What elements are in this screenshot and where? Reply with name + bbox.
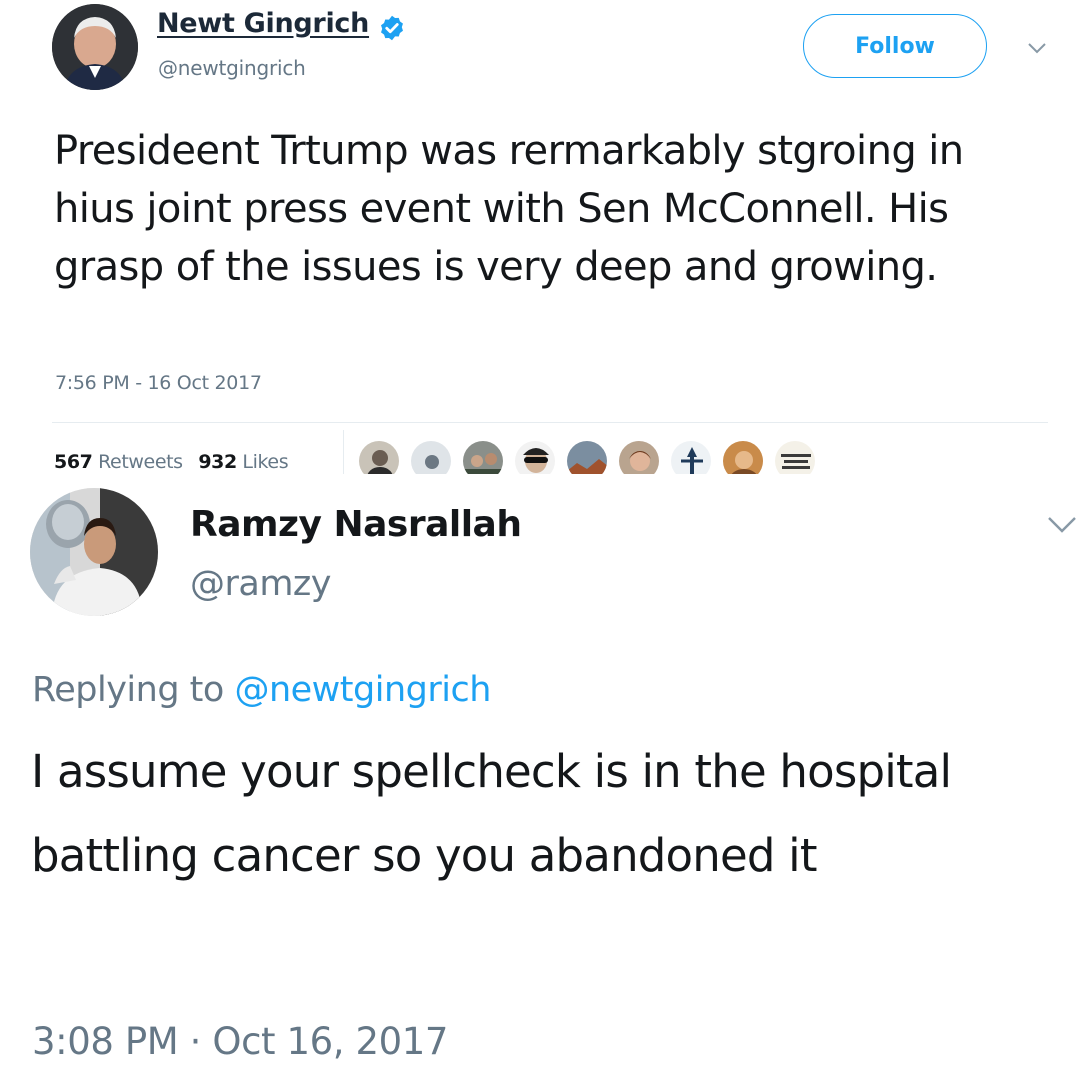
author-avatar[interactable] bbox=[52, 4, 138, 90]
tweet-timestamp[interactable]: 7:56 PM - 16 Oct 2017 bbox=[55, 372, 262, 394]
stats-divider bbox=[343, 430, 344, 478]
original-tweet: Newt Gingrich @newtgingrich Follow Presi… bbox=[0, 0, 1080, 482]
likers-avatars bbox=[358, 440, 828, 482]
verified-badge-icon bbox=[381, 15, 403, 41]
tweet-text: Presideent Trtump was rermarkably stgroi… bbox=[54, 128, 964, 290]
chevron-down-icon[interactable] bbox=[1046, 514, 1078, 536]
replying-to-label: Replying to bbox=[32, 670, 224, 710]
tweet-timestamp[interactable]: 3:08 PM · Oct 16, 2017 bbox=[32, 1020, 448, 1063]
likes-count: 932 bbox=[198, 451, 237, 473]
tweet-stats: 567 Retweets 932 Likes bbox=[54, 451, 289, 473]
likes-stat[interactable]: 932 Likes bbox=[198, 451, 288, 473]
author-handle[interactable]: @ramzy bbox=[190, 564, 332, 604]
reply-tweet: Ramzy Nasrallah @ramzy Replying to @newt… bbox=[0, 474, 1080, 1080]
replying-to: Replying to @newtgingrich bbox=[32, 670, 491, 710]
author-avatar[interactable] bbox=[30, 488, 158, 616]
likes-label: Likes bbox=[242, 451, 289, 473]
author-handle[interactable]: @newtgingrich bbox=[158, 56, 306, 80]
author-name[interactable]: Newt Gingrich bbox=[157, 8, 369, 39]
follow-button[interactable]: Follow bbox=[803, 14, 987, 78]
retweets-stat[interactable]: 567 Retweets bbox=[54, 451, 183, 473]
tweet-text: I assume your spellcheck is in the hospi… bbox=[31, 745, 952, 882]
divider bbox=[52, 422, 1048, 423]
retweets-count: 567 bbox=[54, 451, 93, 473]
retweets-label: Retweets bbox=[98, 451, 183, 473]
chevron-down-icon[interactable] bbox=[1026, 40, 1048, 56]
author-name[interactable]: Ramzy Nasrallah bbox=[190, 504, 522, 545]
replying-to-handle[interactable]: @newtgingrich bbox=[234, 670, 491, 710]
